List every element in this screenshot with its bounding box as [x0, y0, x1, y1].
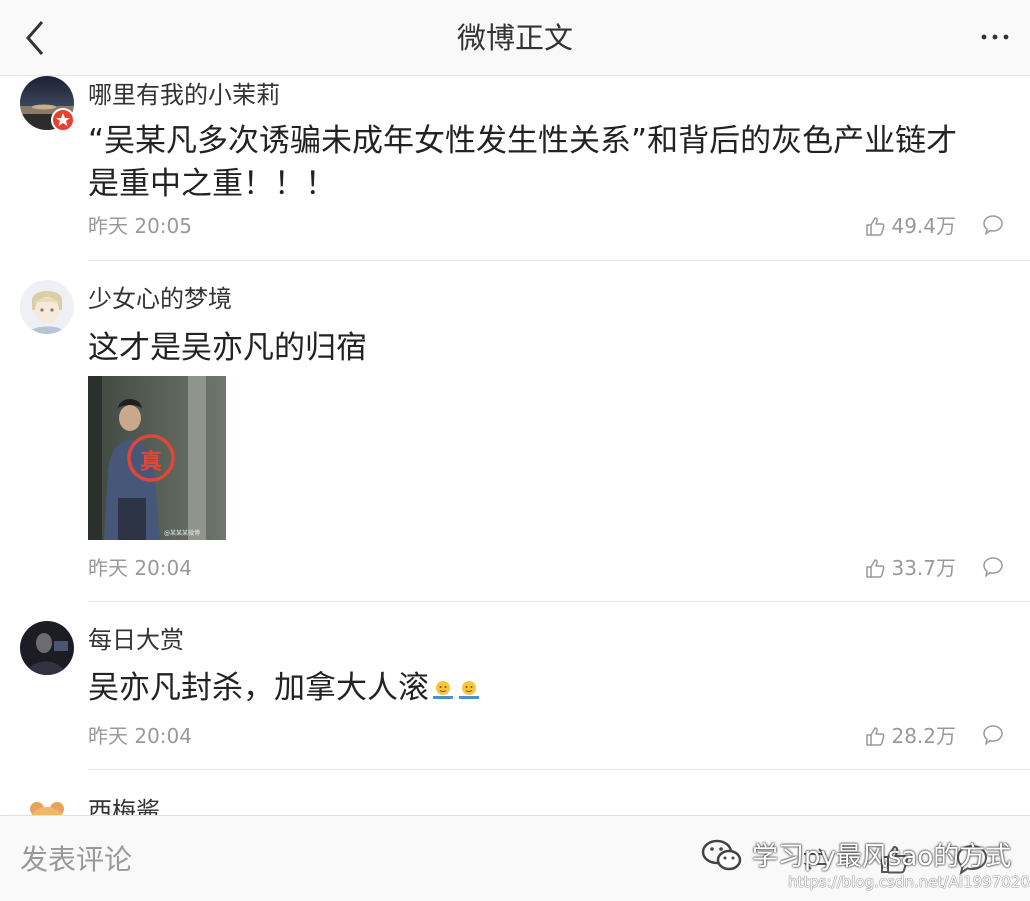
avatar-image	[30, 802, 64, 816]
reply-bubble-icon[interactable]	[982, 556, 1004, 578]
image-stamp-text: 真	[140, 450, 163, 475]
comment-text-body: 吴亦凡封杀，加拿大人滚	[88, 670, 429, 706]
comment-time: 昨天 20:04	[88, 724, 192, 748]
avatar-image	[20, 621, 74, 675]
watermark-url: https://blog.csdn.net/AI19970205	[788, 873, 1030, 891]
avatar[interactable]	[20, 280, 74, 334]
reply-bubble-icon[interactable]	[982, 724, 1004, 746]
divider	[88, 601, 1030, 602]
like-count: 33.7万	[891, 556, 956, 580]
divider	[88, 769, 1030, 770]
page-title: 微博正文	[456, 21, 573, 55]
like-button[interactable]: 28.2万	[865, 722, 956, 750]
comment-list[interactable]: 哪里有我的小茉莉 “吴某凡多次诱骗未成年女性发生性关系”和背后的灰色产业链才是重…	[0, 76, 1030, 816]
comment-time: 昨天 20:04	[88, 556, 192, 580]
watermark: 学习py最风sao的方式	[700, 836, 1011, 873]
watermark-text: 学习py最风sao的方式	[752, 842, 1012, 872]
top-navigation-bar: 微博正文	[0, 0, 1030, 76]
comment-text: 吴亦凡封杀，加拿大人滚	[88, 667, 968, 710]
comment-text: “吴某凡多次诱骗未成年女性发生性关系”和背后的灰色产业链才是重中之重！！！	[88, 123, 958, 202]
like-count: 28.2万	[891, 724, 956, 748]
comment-image[interactable]: 真 @某某某微博	[88, 376, 226, 540]
divider	[88, 260, 1030, 261]
avatar-image	[20, 280, 74, 334]
bottom-action-bar: 发表评论 学习py最风sao的方式 https://blog.csdn.net/…	[0, 815, 1030, 901]
image-caption: @某某某微博	[164, 530, 201, 537]
more-dots-icon	[981, 34, 1009, 40]
comment-input[interactable]: 发表评论	[20, 840, 132, 880]
shrug-emoji-icon	[459, 681, 479, 699]
avatar[interactable]	[20, 621, 74, 675]
avatar[interactable]	[20, 795, 74, 816]
shrug-emoji-icon	[433, 681, 453, 699]
comment-username[interactable]: 少女心的梦境	[88, 283, 232, 315]
comment-username[interactable]: 哪里有我的小茉莉	[88, 79, 280, 111]
thumbs-up-icon	[866, 559, 885, 578]
like-button[interactable]: 49.4万	[865, 212, 956, 240]
verified-badge-icon	[51, 108, 75, 132]
wechat-icon	[701, 839, 742, 870]
thumbs-up-icon	[866, 217, 885, 236]
like-count: 49.4万	[891, 214, 956, 238]
more-options-button[interactable]	[978, 22, 1012, 52]
reply-bubble-icon[interactable]	[982, 214, 1004, 236]
comment-username[interactable]: 每日大赏	[88, 624, 184, 656]
comment-username[interactable]: 西梅酱	[88, 795, 160, 816]
like-button[interactable]: 33.7万	[865, 554, 956, 582]
thumbs-up-icon	[866, 727, 885, 746]
comment-text: 这才是吴亦凡的归宿	[88, 330, 367, 366]
comment-time: 昨天 20:05	[88, 214, 192, 238]
